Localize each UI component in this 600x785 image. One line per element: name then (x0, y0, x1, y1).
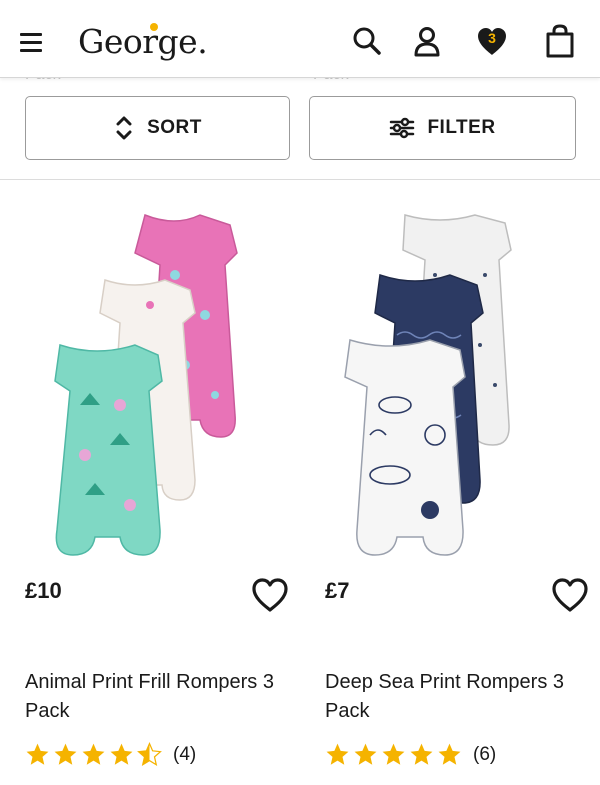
sort-chevrons-icon (116, 116, 132, 140)
sort-label: SORT (147, 117, 202, 138)
product-title[interactable]: Animal Print Frill Rompers 3 Pack (25, 668, 295, 726)
review-count[interactable]: (4) (173, 744, 196, 766)
product-price: £7 (325, 578, 350, 603)
star-icon (438, 743, 461, 765)
product-image-deep-sea-rompers[interactable] (325, 205, 575, 565)
product-rating: (6) (325, 742, 496, 767)
product-card[interactable]: £10 Animal Print Frill Rompers 3 Pack (4… (0, 180, 300, 785)
star-icon (326, 743, 349, 765)
wishlist-heart-icon[interactable]: 3 (475, 24, 509, 58)
sort-button[interactable]: SORT (25, 96, 290, 160)
product-price: £10 (25, 578, 62, 603)
filter-sliders-icon (390, 117, 415, 139)
add-to-wishlist-heart-icon[interactable] (550, 575, 590, 615)
review-count[interactable]: (6) (473, 744, 496, 766)
search-icon[interactable] (350, 24, 384, 58)
star-icon (82, 743, 105, 765)
sort-filter-bar: SORT FILTER (0, 78, 600, 180)
menu-icon[interactable] (20, 33, 42, 53)
add-to-wishlist-heart-icon[interactable] (250, 575, 290, 615)
product-rating: (4) (25, 742, 196, 767)
star-icon (26, 743, 49, 765)
star-icon (110, 743, 133, 765)
star-icon (382, 743, 405, 765)
george-logo[interactable]: George. (78, 22, 208, 61)
basket-icon[interactable] (543, 24, 577, 58)
product-title[interactable]: Deep Sea Print Rompers 3 Pack (325, 668, 595, 726)
product-card[interactable]: £7 Deep Sea Print Rompers 3 Pack (6) (300, 180, 600, 785)
star-icon (410, 743, 433, 765)
filter-button[interactable]: FILTER (309, 96, 576, 160)
product-image-animal-rompers[interactable] (25, 205, 275, 565)
half-star-icon (137, 742, 162, 766)
logo-dot (150, 23, 158, 31)
header: George. 3 (0, 0, 600, 78)
filter-label: FILTER (427, 117, 496, 138)
star-icon (354, 743, 377, 765)
wishlist-count-badge: 3 (488, 30, 496, 46)
star-icon (54, 743, 77, 765)
account-icon[interactable] (410, 24, 444, 58)
